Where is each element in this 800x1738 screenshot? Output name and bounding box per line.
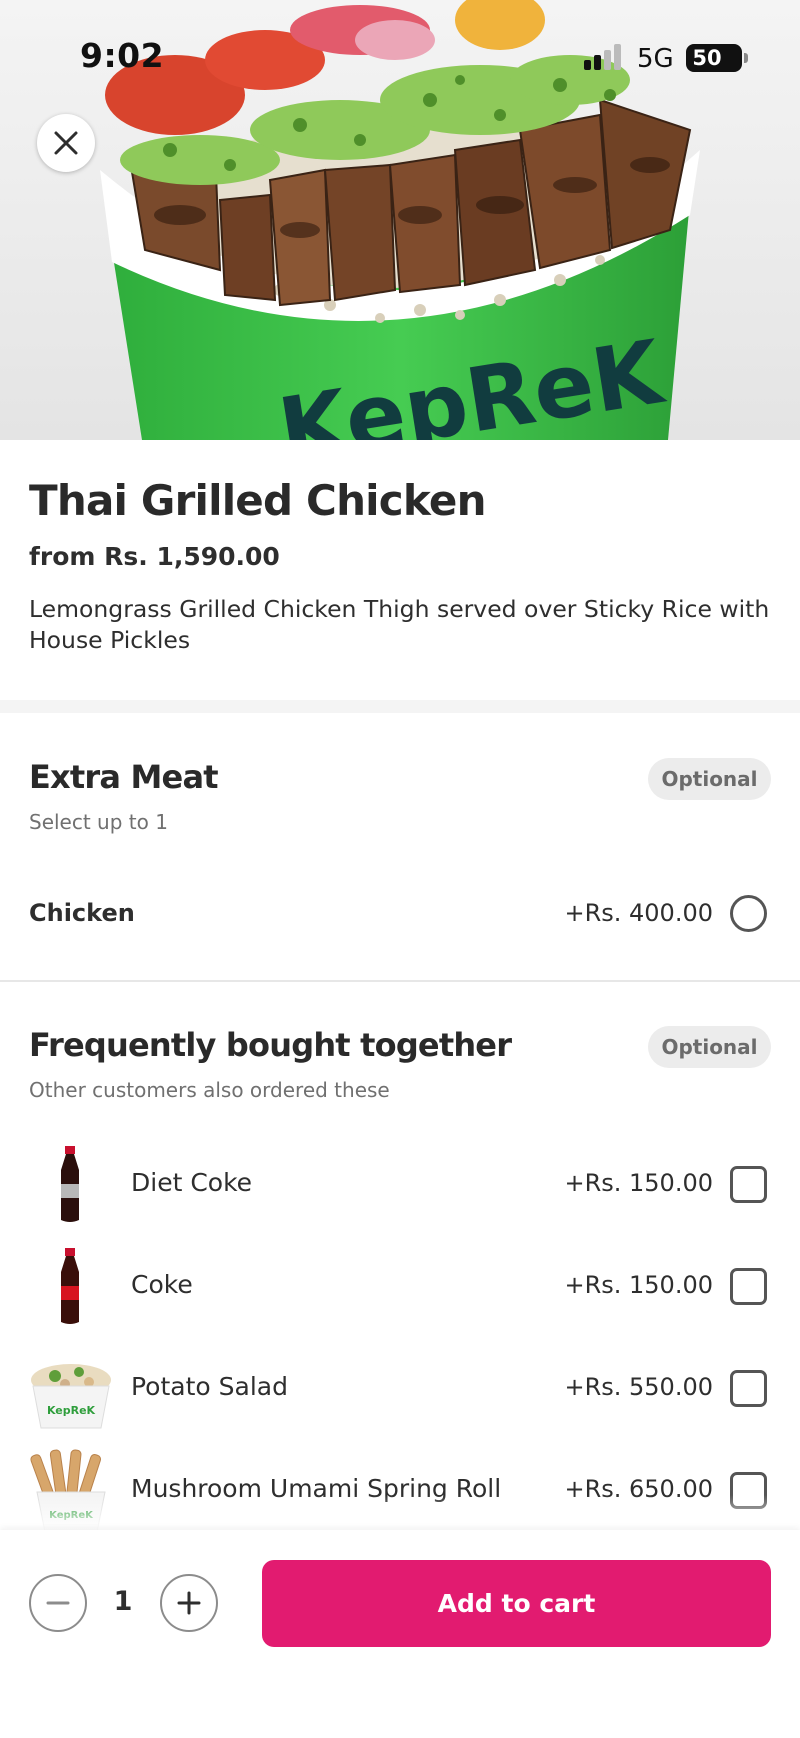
close-button[interactable]: [37, 114, 95, 172]
product-price: from Rs. 1,590.00: [29, 542, 280, 571]
option-name: Chicken: [29, 899, 135, 927]
optional-badge: Optional: [648, 758, 771, 800]
item-name: Diet Coke: [131, 1168, 253, 1197]
add-to-cart-button[interactable]: Add to cart: [262, 1560, 771, 1647]
plus-icon: [177, 1591, 201, 1615]
minus-icon: [46, 1601, 70, 1605]
checkbox[interactable]: [730, 1268, 767, 1305]
extra-meat-subtitle: Select up to 1: [29, 810, 168, 834]
list-item-coke[interactable]: Coke +Rs. 150.00: [0, 1234, 800, 1334]
increase-quantity-button[interactable]: [160, 1574, 218, 1632]
decrease-quantity-button[interactable]: [29, 1574, 87, 1632]
product-info: Thai Grilled Chicken from Rs. 1,590.00 L…: [0, 440, 800, 700]
list-item-potato-salad[interactable]: KepReK Potato Salad +Rs. 550.00: [0, 1336, 800, 1436]
section-divider: [0, 980, 800, 982]
network-label: 5G: [637, 44, 674, 74]
signal-icon: [584, 44, 624, 70]
item-name: Coke: [131, 1270, 193, 1299]
scroll-fade: [0, 1495, 800, 1530]
checkbox[interactable]: [730, 1166, 767, 1203]
close-icon: [54, 131, 78, 155]
checkbox[interactable]: [730, 1370, 767, 1407]
item-price: +Rs. 150.00: [564, 1169, 713, 1197]
svg-text:KepReK: KepReK: [47, 1404, 96, 1417]
soda-bottle-icon: [29, 1244, 113, 1328]
battery-level: 50: [692, 46, 722, 70]
frequently-bought-subtitle: Other customers also ordered these: [29, 1078, 390, 1102]
extra-meat-title: Extra Meat: [29, 758, 219, 796]
product-description: Lemongrass Grilled Chicken Thigh served …: [29, 595, 770, 654]
status-time: 9:02: [80, 36, 165, 75]
radio-button[interactable]: [730, 895, 767, 932]
salad-bowl-icon: KepReK: [29, 1346, 113, 1430]
cart-footer: 1 Add to cart: [0, 1530, 800, 1738]
product-title: Thai Grilled Chicken: [29, 476, 486, 525]
status-bar: 9:02 5G 50: [0, 0, 800, 110]
soda-bottle-icon: [29, 1142, 113, 1226]
product-hero-image: KepReK 9:02 5G 50: [0, 0, 800, 440]
battery-icon: 50: [686, 44, 748, 72]
frequently-bought-title: Frequently bought together: [29, 1026, 512, 1064]
item-price: +Rs. 550.00: [564, 1373, 713, 1401]
option-row-chicken[interactable]: Chicken +Rs. 400.00: [0, 875, 800, 955]
option-price: +Rs. 400.00: [564, 899, 713, 927]
optional-badge: Optional: [648, 1026, 771, 1068]
item-name: Potato Salad: [131, 1372, 288, 1401]
quantity-value: 1: [113, 1586, 133, 1617]
item-price: +Rs. 150.00: [564, 1271, 713, 1299]
list-item-diet-coke[interactable]: Diet Coke +Rs. 150.00: [0, 1132, 800, 1232]
section-divider: [0, 700, 800, 713]
